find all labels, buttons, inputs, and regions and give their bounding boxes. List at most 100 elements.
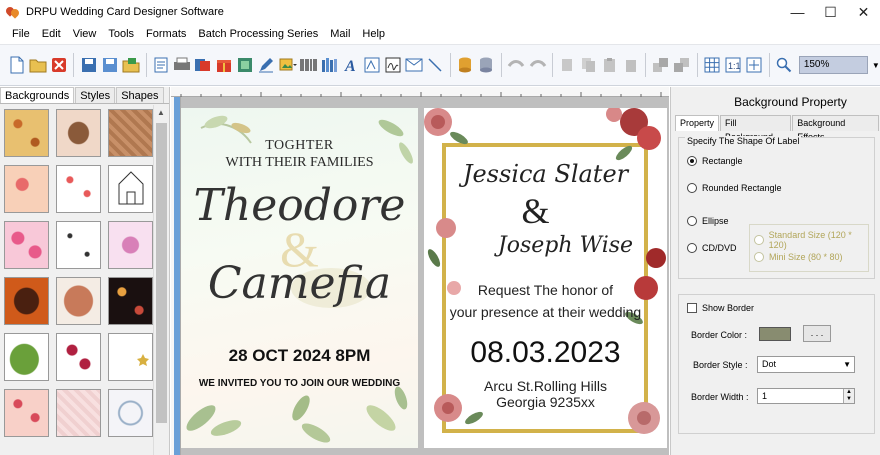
border-style-select[interactable]: Dot ▼ <box>757 356 855 373</box>
shape-ellipse-option[interactable]: Ellipse <box>687 216 729 226</box>
cut-icon[interactable] <box>558 54 577 76</box>
pen-icon[interactable] <box>257 54 276 76</box>
wedding-card-left[interactable]: TOGHTER WITH THEIR FAMILIES Theodore & C… <box>181 108 418 448</box>
tab-background-effects[interactable]: Background Effects <box>792 115 879 142</box>
line-icon[interactable] <box>426 54 445 76</box>
show-border-checkbox[interactable] <box>687 303 697 313</box>
background-thumbnail[interactable] <box>108 109 153 157</box>
minimize-button[interactable]: — <box>781 0 814 24</box>
fit-window-icon[interactable] <box>745 54 764 76</box>
menu-batch-processing[interactable]: Batch Processing Series <box>192 24 324 44</box>
design-canvas[interactable]: TOGHTER WITH THEIR FAMILIES Theodore & C… <box>171 87 669 455</box>
radio-rectangle[interactable] <box>687 156 697 166</box>
spinner-icon[interactable]: ▲ ▼ <box>843 389 854 403</box>
background-thumbnail[interactable] <box>4 333 49 381</box>
cd-mini-option[interactable]: Mini Size (80 * 80) <box>754 252 843 262</box>
open-folder-icon[interactable] <box>28 54 47 76</box>
delete-icon[interactable] <box>621 54 640 76</box>
picture-dropdown-icon[interactable] <box>278 54 297 76</box>
save-icon[interactable] <box>79 54 98 76</box>
menu-file[interactable]: File <box>6 24 36 44</box>
scrollbar-thumb[interactable] <box>156 123 167 423</box>
tab-property[interactable]: Property <box>675 115 720 131</box>
print-icon[interactable] <box>173 54 192 76</box>
panel-title: Background Property <box>734 95 847 109</box>
radio-cd-dvd[interactable] <box>687 243 697 253</box>
undo-icon[interactable] <box>507 54 526 76</box>
signature-icon[interactable] <box>384 54 403 76</box>
border-color-swatch[interactable] <box>759 327 791 341</box>
copy-icon[interactable] <box>579 54 598 76</box>
maximize-button[interactable]: ☐ <box>814 0 847 24</box>
close-button[interactable]: ✕ <box>847 0 880 24</box>
word-art-icon[interactable] <box>362 54 381 76</box>
background-thumbnail[interactable] <box>108 221 153 269</box>
menu-edit[interactable]: Edit <box>36 24 67 44</box>
show-border-option[interactable]: Show Border <box>687 303 754 313</box>
background-thumbnail[interactable] <box>108 277 153 325</box>
chevron-down-icon[interactable]: ▼ <box>843 357 851 372</box>
bring-front-icon[interactable] <box>651 54 670 76</box>
background-thumbnail[interactable] <box>56 109 101 157</box>
tab-backgrounds[interactable]: Backgrounds <box>0 87 75 103</box>
tab-fill-background[interactable]: Fill Background <box>720 115 792 142</box>
close-file-icon[interactable] <box>49 54 68 76</box>
background-thumbnail[interactable] <box>56 277 101 325</box>
menu-mail[interactable]: Mail <box>324 24 356 44</box>
background-thumbnail[interactable] <box>4 109 49 157</box>
background-thumbnail[interactable] <box>108 333 153 381</box>
properties-icon[interactable] <box>151 54 170 76</box>
database-grey-icon[interactable] <box>477 54 496 76</box>
background-thumbnail[interactable] <box>56 389 101 437</box>
wedding-card-right[interactable]: Jessica Slater & Joseph Wise Request The… <box>424 108 667 448</box>
save-as-icon[interactable] <box>100 54 119 76</box>
background-thumbnail[interactable] <box>4 277 49 325</box>
radio-standard-size[interactable] <box>754 235 764 245</box>
background-thumbnail[interactable] <box>4 221 49 269</box>
new-file-icon[interactable] <box>7 54 26 76</box>
menu-tools[interactable]: Tools <box>102 24 140 44</box>
grid-icon[interactable] <box>702 54 721 76</box>
background-thumbnail[interactable] <box>108 389 153 437</box>
background-thumbnail[interactable] <box>56 333 101 381</box>
text-icon[interactable]: A <box>341 54 360 76</box>
radio-rounded-rectangle[interactable] <box>687 183 697 193</box>
menu-help[interactable]: Help <box>356 24 391 44</box>
redo-icon[interactable] <box>528 54 547 76</box>
gift-icon[interactable] <box>215 54 234 76</box>
zoom-icon[interactable] <box>775 54 794 76</box>
border-width-input[interactable]: 1 ▲ ▼ <box>757 388 855 404</box>
barcode-icon[interactable] <box>299 54 318 76</box>
shape-rectangle-option[interactable]: Rectangle <box>687 156 743 166</box>
background-thumbnail[interactable] <box>4 389 49 437</box>
scroll-up-icon[interactable]: ▲ <box>157 108 165 117</box>
tab-styles[interactable]: Styles <box>75 87 116 103</box>
background-thumbnail[interactable] <box>4 165 49 213</box>
cd-standard-option[interactable]: Standard Size (120 * 120) <box>754 230 868 250</box>
left-panel-scrollbar[interactable]: ▲ <box>153 105 168 455</box>
radio-ellipse[interactable] <box>687 216 697 226</box>
export-image-icon[interactable] <box>121 54 140 76</box>
shape-cd-option[interactable]: CD/DVD <box>687 243 737 253</box>
database-icon[interactable] <box>456 54 475 76</box>
zoom-dropdown-icon[interactable]: ▼ <box>872 61 880 70</box>
send-back-icon[interactable] <box>672 54 691 76</box>
background-thumbnail[interactable] <box>108 165 153 213</box>
batch-print-icon[interactable] <box>194 54 213 76</box>
actual-size-icon[interactable]: 1:1 <box>724 54 743 76</box>
background-thumbnail[interactable] <box>56 221 101 269</box>
menu-formats[interactable]: Formats <box>140 24 192 44</box>
zoom-level-input[interactable]: 150% <box>798 56 868 74</box>
border-color-picker-button[interactable]: . . . <box>803 325 831 342</box>
image-icon[interactable] <box>236 54 255 76</box>
tab-shapes[interactable]: Shapes <box>116 87 164 103</box>
shape-rounded-option[interactable]: Rounded Rectangle <box>687 183 782 193</box>
menu-view[interactable]: View <box>67 24 103 44</box>
card2-request-line1: Request The honor of <box>477 282 614 298</box>
background-thumbnail[interactable] <box>56 165 101 213</box>
library-icon[interactable] <box>320 54 339 76</box>
paste-icon[interactable] <box>600 54 619 76</box>
radio-mini-size[interactable] <box>754 252 764 262</box>
horizontal-ruler <box>171 87 669 97</box>
mail-icon[interactable] <box>405 54 424 76</box>
